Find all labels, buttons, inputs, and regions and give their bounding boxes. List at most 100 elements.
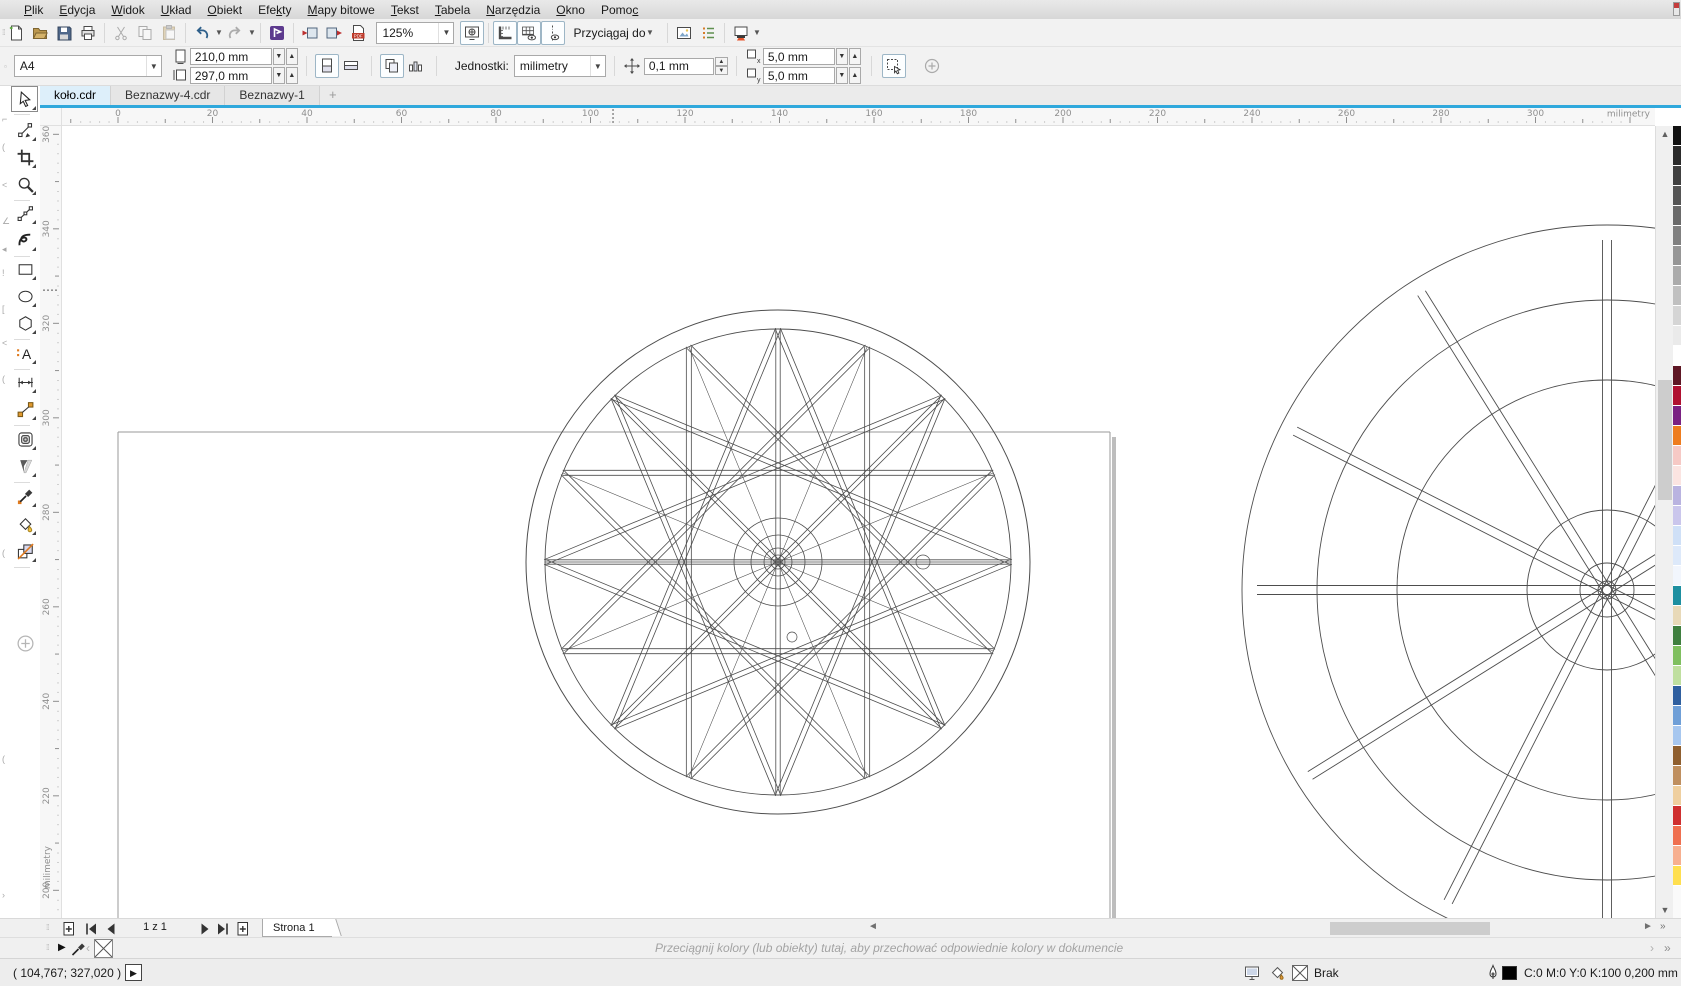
palette-swatch[interactable] xyxy=(1673,666,1681,686)
palette-swatch[interactable] xyxy=(1673,206,1681,226)
menu-pomoc[interactable]: Pomoc xyxy=(593,2,646,18)
palette-grip[interactable]: ⁞⁞ xyxy=(46,943,48,952)
status-expand-button[interactable]: ▶ xyxy=(125,964,142,981)
show-guidelines-button[interactable] xyxy=(541,21,565,45)
property-bar-grip[interactable]: ▫ xyxy=(4,62,6,71)
open-button[interactable] xyxy=(28,21,52,45)
horizontal-scroll-thumb[interactable] xyxy=(1330,922,1490,935)
copy-button[interactable] xyxy=(133,21,157,45)
add-page-before-button[interactable] xyxy=(60,920,78,937)
chevron-down-icon[interactable]: ▼ xyxy=(590,56,605,76)
chevron-down-icon[interactable]: ▼ xyxy=(438,23,453,43)
menu-układ[interactable]: Układ xyxy=(153,2,200,18)
undo-dropdown-icon[interactable]: ▼ xyxy=(214,28,223,37)
menu-efekty[interactable]: Efekty xyxy=(250,2,299,18)
palette-swatch[interactable] xyxy=(1673,766,1681,786)
duplicate-y-spinner[interactable]: ▼▲ xyxy=(835,67,861,84)
paste-button[interactable] xyxy=(157,21,181,45)
palette-expand-icon[interactable]: ▶ xyxy=(58,942,66,953)
landscape-button[interactable] xyxy=(339,54,363,78)
first-page-button[interactable] xyxy=(82,920,100,937)
dimension-tool[interactable] xyxy=(13,370,37,394)
show-grid-button[interactable] xyxy=(517,21,541,45)
palette-swatch[interactable] xyxy=(1673,706,1681,726)
palette-swatch[interactable] xyxy=(1673,606,1681,626)
page-preset-combo[interactable]: A4 ▼ xyxy=(14,55,162,77)
palette-more-icon[interactable]: » xyxy=(1664,941,1671,955)
document-tab-ko-o-cdr[interactable]: koło.cdr xyxy=(40,86,111,105)
show-rulers-button[interactable] xyxy=(493,21,517,45)
palette-swatch[interactable] xyxy=(1673,746,1681,766)
polygon-tool[interactable] xyxy=(13,311,37,335)
freehand-tool[interactable] xyxy=(13,201,37,225)
palette-swatch[interactable] xyxy=(1673,566,1681,586)
duplicate-y-input[interactable]: 5,0 mm xyxy=(763,67,835,84)
artistic-media-tool[interactable] xyxy=(13,228,37,252)
palette-swatch[interactable] xyxy=(1673,466,1681,486)
object-manager-button[interactable] xyxy=(696,21,720,45)
palette-scroll-left-icon[interactable]: ‹ xyxy=(86,941,90,955)
palette-swatch[interactable] xyxy=(1673,366,1681,386)
snap-to-button[interactable]: Przyciągaj do▼ xyxy=(565,21,662,45)
options-button[interactable] xyxy=(672,21,696,45)
nudge-input[interactable]: 0,1 mm xyxy=(644,58,714,75)
present-button[interactable] xyxy=(729,21,753,45)
palette-swatch[interactable] xyxy=(1673,166,1681,186)
palette-swatch[interactable] xyxy=(1673,426,1681,446)
undo-button[interactable] xyxy=(190,21,214,45)
chevron-down-icon[interactable]: ▼ xyxy=(146,56,161,76)
ruler-corner[interactable] xyxy=(40,108,62,126)
palette-swatch[interactable] xyxy=(1673,646,1681,666)
proof-colors-icon[interactable] xyxy=(1243,964,1261,982)
publish-pdf-button[interactable]: PDF xyxy=(346,21,370,45)
palette-swatch[interactable] xyxy=(1673,586,1681,606)
vertical-scrollbar[interactable]: ▲ ▼ xyxy=(1655,126,1673,918)
palette-swatch[interactable] xyxy=(1673,266,1681,286)
palette-swatch[interactable] xyxy=(1673,386,1681,406)
duplicate-x-input[interactable]: 5,0 mm xyxy=(763,48,835,65)
navbar-grip[interactable]: ⁞⁞ xyxy=(46,923,48,932)
palette-swatch[interactable] xyxy=(1673,806,1681,826)
hscroll-left-icon[interactable]: ◄ xyxy=(868,921,878,932)
palette-swatch[interactable] xyxy=(1673,506,1681,526)
text-tool[interactable]: A xyxy=(13,341,37,365)
duplicate-x-spinner[interactable]: ▼▲ xyxy=(835,48,861,65)
save-button[interactable] xyxy=(52,21,76,45)
page-height-input[interactable]: 297,0 mm xyxy=(190,67,272,84)
last-page-button[interactable] xyxy=(214,920,232,937)
palette-swatch[interactable] xyxy=(1673,826,1681,846)
drawing-canvas[interactable] xyxy=(62,126,1655,918)
menu-mapy-bitowe[interactable]: Mapy bitowe xyxy=(299,2,382,18)
palette-swatch[interactable] xyxy=(1673,626,1681,646)
new-document-tab-button[interactable]: + xyxy=(320,87,346,102)
palette-swatch[interactable] xyxy=(1673,726,1681,746)
nudge-spinner[interactable]: ▲▼ xyxy=(715,57,728,75)
vertical-scroll-thumb[interactable] xyxy=(1658,380,1672,500)
palette-swatch[interactable] xyxy=(1673,786,1681,806)
interactive-fill-tool[interactable] xyxy=(13,539,37,563)
palette-swatch[interactable] xyxy=(1673,546,1681,566)
zoom-level-combo[interactable]: 125%▼ xyxy=(376,22,454,44)
palette-swatch[interactable] xyxy=(1673,346,1681,366)
new-document-button[interactable] xyxy=(4,21,28,45)
previous-page-button[interactable] xyxy=(102,920,120,937)
menu-widok[interactable]: Widok xyxy=(103,2,152,18)
present-dropdown-icon[interactable]: ▼ xyxy=(753,28,762,37)
menu-edycja[interactable]: Edycja xyxy=(51,2,103,18)
smart-fill-tool[interactable] xyxy=(13,512,37,536)
palette-swatch[interactable] xyxy=(1673,246,1681,266)
rectangle-tool[interactable] xyxy=(13,257,37,281)
no-color-swatch[interactable] xyxy=(94,939,113,958)
document-tab-beznazwy-1[interactable]: Beznazwy-1 xyxy=(225,86,319,105)
contour-tool[interactable] xyxy=(13,427,37,451)
print-button[interactable] xyxy=(76,21,100,45)
redo-dropdown-icon[interactable]: ▼ xyxy=(247,28,256,37)
current-page-button[interactable] xyxy=(404,54,428,78)
palette-scroll-right-icon[interactable]: › xyxy=(1650,941,1654,955)
redo-button[interactable] xyxy=(223,21,247,45)
palette-swatch[interactable] xyxy=(1673,446,1681,466)
next-page-button[interactable] xyxy=(196,920,214,937)
zoom-tool[interactable] xyxy=(13,172,37,196)
hscroll-right-icon[interactable]: ► xyxy=(1643,921,1653,932)
all-pages-button[interactable] xyxy=(380,54,404,78)
